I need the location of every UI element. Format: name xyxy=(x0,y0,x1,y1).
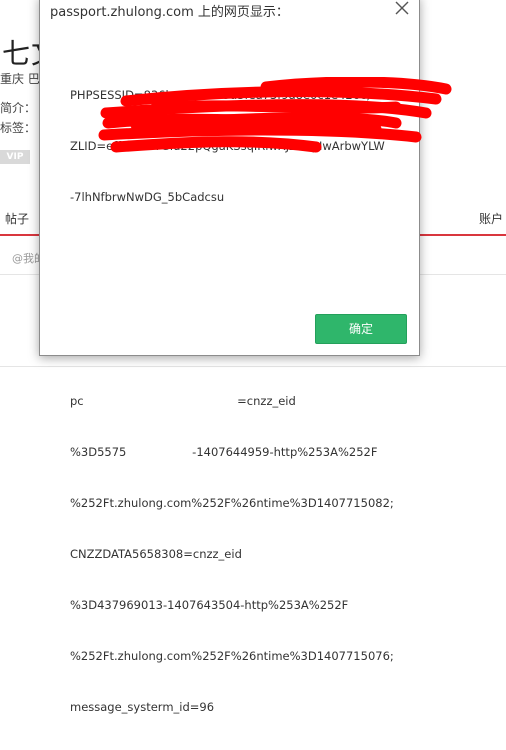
message-line xyxy=(70,342,406,359)
dialog-title: passport.zhulong.com 上的网页显示： xyxy=(50,5,289,20)
ok-button[interactable]: 确定 xyxy=(315,314,407,344)
message-line: %252Ft.zhulong.com%252F%26ntime%3D140771… xyxy=(70,649,394,663)
close-icon xyxy=(395,1,409,15)
message-line: %3D437969013-1407643504-http%253A%252F xyxy=(70,598,349,612)
tab-account[interactable]: 账户 xyxy=(479,210,503,227)
dialog-message: PHPSESSID=836ba54c4759a3fea73f9a8e0c1e42… xyxy=(70,53,406,750)
message-line xyxy=(70,291,406,308)
message-line xyxy=(70,240,406,257)
tab-posts[interactable]: 帖子 xyxy=(5,210,29,227)
close-button[interactable] xyxy=(393,0,411,17)
message-line: message_systerm_id=96 xyxy=(70,700,215,714)
location-text: 重庆 巴 xyxy=(0,72,40,86)
tags-label: 标签： xyxy=(0,121,37,135)
message-line: CNZZDATA5658308=cnzz_eid xyxy=(70,547,242,561)
message-line: %252Ft.zhulong.com%252F%26ntime%3D140771… xyxy=(70,496,394,510)
message-line: -7lhNfbrwNwDG_5bCadcsu xyxy=(70,190,225,204)
message-line: pc =cnzz_eid xyxy=(70,394,296,408)
redaction-scribble xyxy=(98,77,452,153)
alert-dialog: passport.zhulong.com 上的网页显示： PHPSESSID=8… xyxy=(39,0,452,714)
message-line: %3D5575 -1407644959-http%253A%252F xyxy=(70,445,378,459)
intro-label: 简介： xyxy=(0,101,37,115)
vip-badge: VIP xyxy=(0,150,30,164)
